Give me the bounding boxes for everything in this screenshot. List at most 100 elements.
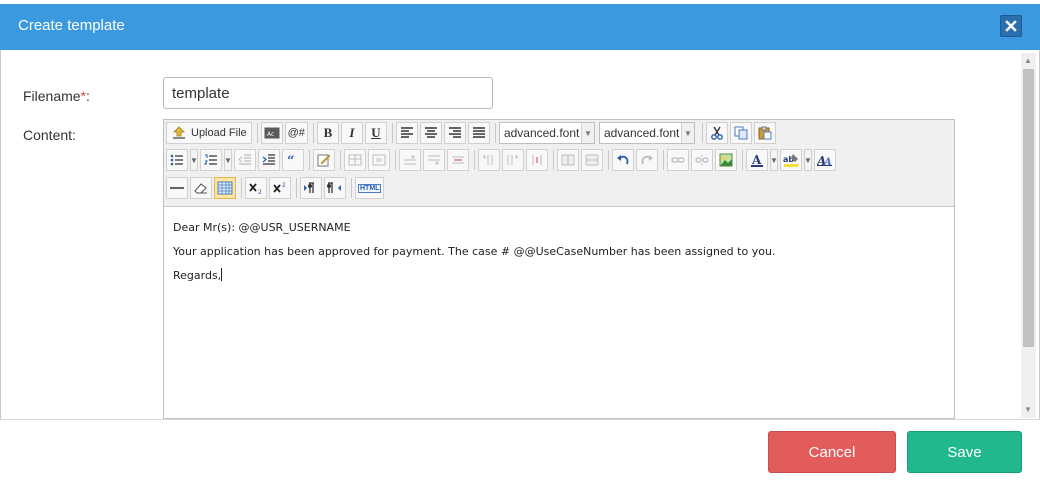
outdent-button[interactable]	[234, 149, 256, 171]
font-family-value: advanced.font	[503, 126, 580, 140]
close-button[interactable]	[1000, 15, 1022, 37]
indent-button[interactable]	[258, 149, 280, 171]
align-left-button[interactable]	[395, 122, 418, 144]
scrollbar-thumb[interactable]	[1023, 69, 1034, 347]
dialog-title: Create template	[18, 17, 125, 34]
superscript-button[interactable]: 2	[269, 177, 291, 199]
cell-props-button[interactable]	[368, 149, 390, 171]
scissors-icon	[711, 126, 723, 140]
split-cells-button[interactable]	[557, 149, 579, 171]
insert-variable-button[interactable]: @#	[284, 122, 308, 144]
undo-icon	[617, 155, 629, 165]
outdent-icon	[238, 154, 251, 165]
highlight-color-dropdown[interactable]: ▼	[804, 149, 812, 171]
scroll-down-icon[interactable]: ▼	[1024, 405, 1032, 414]
text-color-icon: A	[751, 153, 763, 167]
eraser-icon	[194, 183, 207, 194]
toolbar-separator	[351, 178, 352, 198]
chevron-down-icon: ▼	[580, 123, 594, 143]
html-label: HTML	[358, 183, 382, 193]
merge-cells-button[interactable]	[581, 149, 603, 171]
table-props-button[interactable]	[344, 149, 366, 171]
vertical-scrollbar[interactable]: ▲ ▼	[1021, 53, 1036, 418]
text-color-button[interactable]: A	[746, 149, 768, 171]
align-left-icon	[400, 127, 413, 138]
insert-image-picture-button[interactable]	[715, 149, 737, 171]
bullet-list-button[interactable]	[166, 149, 188, 171]
bold-button[interactable]: B	[316, 122, 339, 144]
bullet-list-dropdown[interactable]: ▼	[190, 149, 198, 171]
paste-button[interactable]	[753, 122, 776, 144]
scroll-up-icon[interactable]: ▲	[1024, 56, 1032, 65]
align-center-button[interactable]	[419, 122, 442, 144]
upload-file-button[interactable]: Upload File	[166, 122, 252, 144]
subscript-button[interactable]: 2	[245, 177, 267, 199]
row-before-button[interactable]	[399, 149, 421, 171]
unlink-button[interactable]	[691, 149, 713, 171]
numbered-list-dropdown[interactable]: ▼	[224, 149, 232, 171]
filename-label: Filename*:	[23, 88, 90, 104]
content-line: Regards,	[173, 264, 943, 288]
text-caret	[221, 268, 223, 281]
cancel-button[interactable]: Cancel	[768, 431, 896, 473]
visual-aid-button[interactable]	[214, 177, 236, 199]
upload-icon	[173, 126, 185, 139]
col-before-button[interactable]	[478, 149, 500, 171]
toolbar-row-1: Upload File Ac @# B I U advanced.font ▼ a…	[166, 121, 778, 145]
copy-icon	[734, 126, 748, 140]
highlight-color-button[interactable]: ab	[780, 149, 802, 171]
italic-button[interactable]: I	[340, 122, 363, 144]
underline-button[interactable]: U	[364, 122, 387, 144]
undo-button[interactable]	[612, 149, 634, 171]
insert-image-button[interactable]: Ac	[260, 122, 283, 144]
insert-variable-label: @#	[287, 127, 305, 139]
toolbar-separator	[391, 123, 393, 143]
svg-text:Ac: Ac	[267, 131, 274, 138]
content-line: Your application has been approved for p…	[173, 245, 776, 258]
html-source-button[interactable]: HTML	[355, 177, 385, 199]
col-after-button[interactable]	[502, 149, 524, 171]
font-family-select[interactable]: advanced.font ▼	[498, 122, 595, 144]
text-color-dropdown[interactable]: ▼	[770, 149, 778, 171]
row-before-icon	[404, 155, 416, 165]
numbered-list-button[interactable]	[200, 149, 222, 171]
toolbar-row-3: 2 2 HTML	[166, 176, 386, 200]
close-icon	[1005, 20, 1017, 32]
save-button[interactable]: Save	[907, 431, 1022, 473]
link-button[interactable]	[667, 149, 689, 171]
delete-row-icon	[452, 156, 464, 164]
bold-label: B	[323, 125, 333, 140]
font-size-select[interactable]: advanced.font ▼	[598, 122, 695, 144]
filename-input[interactable]	[163, 77, 493, 109]
editor-content[interactable]: Dear Mr(s): @@USR_USERNAME Your applicat…	[173, 216, 943, 288]
rich-text-editor: Upload File Ac @# B I U advanced.font ▼ a…	[163, 119, 955, 419]
delete-row-button[interactable]	[447, 149, 469, 171]
rtl-icon	[327, 182, 341, 193]
font-size-value: advanced.font	[603, 126, 680, 140]
cell-icon	[372, 154, 386, 166]
align-right-icon	[448, 127, 461, 138]
align-justify-button[interactable]	[467, 122, 490, 144]
blockquote-button[interactable]: “	[282, 149, 304, 171]
cut-button[interactable]	[705, 122, 728, 144]
format-style-button[interactable]: AA	[814, 149, 836, 171]
redo-button[interactable]	[636, 149, 658, 171]
remove-format-button[interactable]	[190, 177, 212, 199]
horizontal-rule-button[interactable]	[166, 177, 188, 199]
underline-label: U	[371, 125, 381, 140]
align-right-button[interactable]	[443, 122, 466, 144]
row-after-button[interactable]	[423, 149, 445, 171]
svg-text:“: “	[287, 154, 294, 166]
toolbar-separator	[312, 123, 314, 143]
delete-col-icon	[532, 155, 542, 165]
col-before-icon	[483, 155, 493, 165]
content-line: Dear Mr(s): @@USR_USERNAME	[173, 221, 351, 234]
delete-col-button[interactable]	[526, 149, 548, 171]
ltr-button[interactable]	[300, 177, 322, 199]
bullet-list-icon	[170, 154, 183, 166]
picture-icon	[719, 153, 733, 167]
edit-source-button[interactable]	[313, 149, 335, 171]
rtl-button[interactable]	[324, 177, 346, 199]
split-cells-icon	[561, 154, 575, 166]
copy-button[interactable]	[729, 122, 752, 144]
